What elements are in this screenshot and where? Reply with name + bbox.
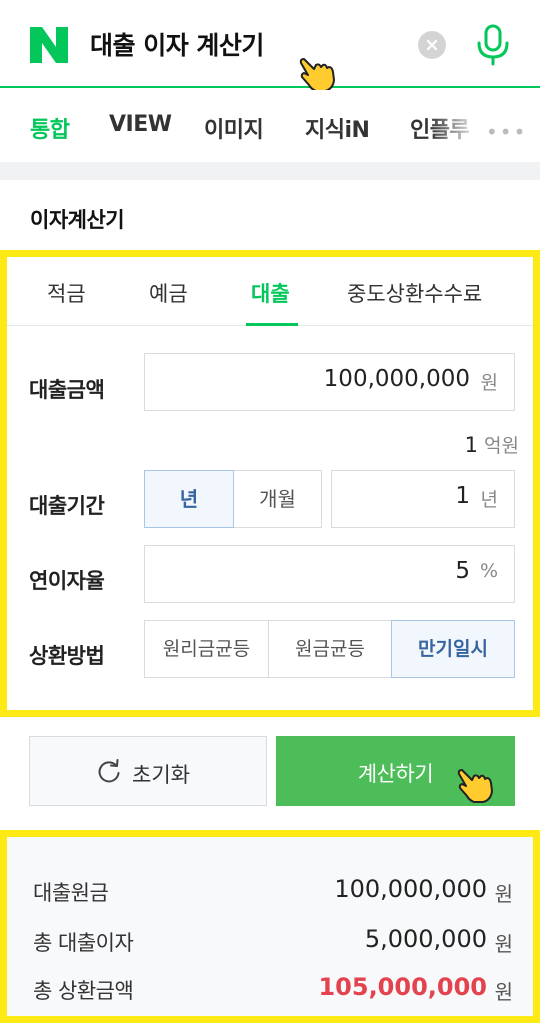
section-divider: [0, 162, 540, 180]
microphone-icon: [477, 24, 509, 66]
interest-rate-unit: %: [479, 560, 498, 582]
principal-label: 대출원금: [33, 881, 109, 905]
repayment-bullet[interactable]: 만기일시: [391, 620, 515, 678]
loan-amount-label: 대출금액: [29, 378, 105, 402]
tab-knowledge-in[interactable]: 지식iN: [305, 112, 370, 144]
tab-images[interactable]: 이미지: [204, 112, 264, 144]
more-tabs-icon[interactable]: •••: [486, 120, 527, 144]
search-input[interactable]: 대출 이자 계산기: [90, 26, 264, 66]
total-repayment-value: 105,000,000: [318, 973, 487, 1001]
repayment-equal-payment[interactable]: 원리금균등: [144, 620, 269, 678]
loan-amount-hint-value: 1: [464, 433, 478, 457]
loan-amount-unit: 원: [480, 372, 498, 394]
total-repayment-label: 총 상환금액: [33, 979, 134, 1003]
repayment-equal-principal[interactable]: 원금균등: [268, 620, 392, 678]
total-repayment-unit: 원: [494, 980, 513, 1004]
clear-search-button[interactable]: [418, 31, 446, 59]
refresh-icon: [98, 759, 120, 783]
pointer-hand-icon: [299, 58, 335, 92]
period-unit-month[interactable]: 개월: [233, 470, 322, 528]
total-interest-value: 5,000,000: [364, 925, 487, 953]
pointer-hand-icon: [457, 769, 493, 803]
loan-amount-hint: 1 억원: [465, 431, 519, 458]
reset-label: 초기화: [132, 763, 190, 787]
loan-period-value: 1: [455, 483, 470, 509]
total-interest-unit: 원: [494, 932, 513, 956]
loan-amount-hint-unit: 억원: [484, 435, 519, 457]
interest-rate-input[interactable]: 5 %: [144, 545, 515, 603]
section-title: 이자계산기: [30, 208, 125, 232]
loan-amount-value: 100,000,000: [323, 366, 470, 392]
interest-rate-label: 연이자율: [29, 569, 105, 593]
tab-prepayment-fee[interactable]: 중도상환수수료: [347, 278, 482, 308]
search-bar: 대출 이자 계산기: [0, 0, 540, 88]
close-icon: [426, 39, 438, 51]
loan-amount-input[interactable]: 100,000,000 원: [144, 353, 515, 411]
total-interest-label: 총 대출이자: [33, 931, 134, 955]
tab-installment-savings[interactable]: 적금: [47, 278, 86, 308]
tab-view[interactable]: VIEW: [109, 112, 172, 137]
calculator-tabs: 적금 예금 대출 중도상환수수료: [7, 257, 533, 326]
loan-period-unit: 년: [480, 489, 498, 511]
voice-search-button[interactable]: [474, 24, 512, 66]
active-tab-indicator: [246, 323, 298, 326]
repayment-method-label: 상환방법: [29, 644, 105, 668]
principal-unit: 원: [494, 882, 513, 906]
period-unit-year[interactable]: 년: [144, 470, 234, 528]
loan-period-label: 대출기간: [29, 494, 105, 518]
interest-rate-value: 5: [455, 558, 470, 584]
reset-button[interactable]: 초기화: [29, 736, 267, 806]
tab-integrated[interactable]: 통합: [30, 112, 70, 144]
loan-period-input[interactable]: 1 년: [331, 470, 515, 528]
tab-loan[interactable]: 대출: [251, 278, 290, 308]
search-tabs: 통합 VIEW 이미지 지식iN 인플루 •••: [0, 90, 540, 162]
naver-logo[interactable]: [30, 27, 68, 63]
result-summary: 대출원금 100,000,000 원 총 대출이자 5,000,000 원 총 …: [0, 830, 540, 1023]
interest-calculator: 적금 예금 대출 중도상환수수료 대출금액 100,000,000 원 1 억원…: [0, 250, 540, 717]
principal-value: 100,000,000: [334, 875, 487, 903]
tab-deposit[interactable]: 예금: [149, 278, 188, 308]
